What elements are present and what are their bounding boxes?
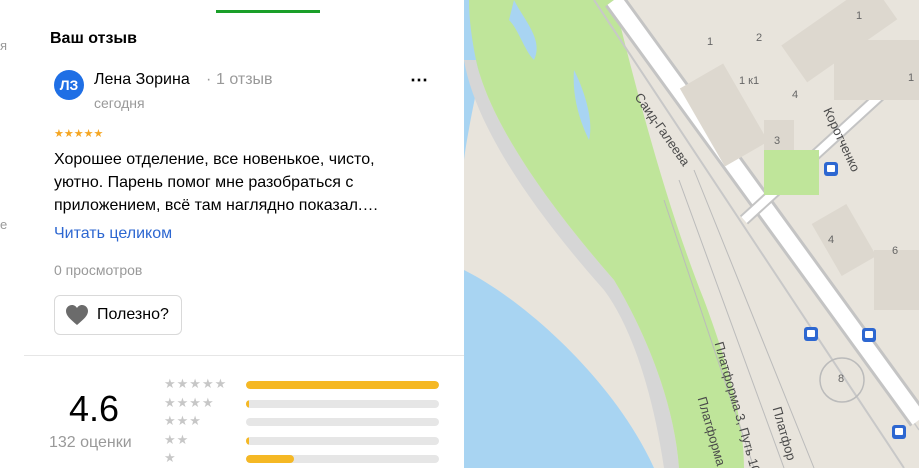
rating-bar-track: [246, 381, 439, 389]
author-review-count: 1 отзыв: [216, 71, 273, 88]
ratings-count: 132 оценки: [49, 434, 132, 451]
rating-row: ★: [164, 450, 444, 466]
section-title: Ваш отзыв: [50, 30, 137, 47]
avatar[interactable]: ЛЗ: [54, 70, 84, 100]
active-tab-indicator: [216, 10, 320, 13]
rating-bar-fill: [246, 455, 295, 463]
review-rating-stars: ★★★★★: [54, 128, 104, 140]
average-rating: 4.6: [69, 388, 120, 429]
rating-bar-fill: [246, 381, 439, 389]
useful-button[interactable]: Полезно?: [54, 295, 182, 335]
house-number: 1: [908, 72, 915, 84]
rating-bar-track: [246, 436, 439, 445]
rating-row-stars: ★: [164, 450, 177, 465]
author-name[interactable]: Лена Зорина: [94, 71, 190, 89]
rating-row: ★★★: [164, 413, 444, 429]
bus-stop-icon[interactable]: [892, 425, 906, 439]
useful-label: Полезно?: [97, 306, 169, 323]
bus-stop-icon[interactable]: [862, 328, 876, 342]
house-number: 1 к1: [739, 75, 760, 87]
separator: ·: [206, 71, 212, 88]
house-number: 8: [838, 373, 845, 385]
left-strip: я е: [0, 0, 25, 468]
house-number: 2: [756, 32, 763, 44]
house-number: 1: [707, 36, 714, 48]
map[interactable]: Саид-Галеева Коротченко Платформа 3, Пут…: [464, 0, 919, 468]
divider: [24, 355, 464, 356]
read-more-link[interactable]: Читать целиком: [54, 225, 172, 243]
rating-row-stars: ★★: [164, 431, 190, 447]
heart-icon: [66, 305, 88, 325]
house-number: 4: [828, 234, 835, 246]
rating-row-stars: ★★★★★: [164, 376, 228, 391]
review-text: Хорошее отделение, все новенькое, чисто,…: [54, 151, 379, 214]
house-number: 3: [774, 135, 781, 147]
rating-row: ★★★★: [164, 394, 444, 411]
rating-row: ★★: [164, 431, 444, 448]
house-number: 4: [792, 89, 799, 101]
bus-stop-icon[interactable]: [824, 162, 838, 176]
rating-bar-track: [246, 418, 439, 426]
left-strip-char: я: [0, 38, 8, 53]
review-date: сегодня: [94, 95, 145, 111]
house-number: 1: [856, 10, 863, 22]
rating-row-stars: ★★★★: [164, 394, 215, 410]
views-count: 0 просмотров: [54, 262, 143, 278]
rating-bar-track: [246, 455, 439, 463]
rating-row-stars: ★★★: [164, 413, 202, 428]
rating-bar-fill: [246, 436, 249, 445]
map-canvas: [464, 0, 919, 468]
rating-bar-fill: [246, 399, 249, 408]
rating-bar-track: [246, 399, 439, 408]
reviews-panel: Ваш отзыв ЛЗ Лена Зорина · 1 отзыв сегод…: [24, 0, 464, 468]
rating-row: ★★★★★: [164, 376, 444, 392]
bus-stop-icon[interactable]: [804, 327, 818, 341]
more-options-icon[interactable]: ⋯: [410, 71, 434, 94]
house-number: 6: [892, 245, 899, 257]
left-strip-char: е: [0, 217, 8, 232]
